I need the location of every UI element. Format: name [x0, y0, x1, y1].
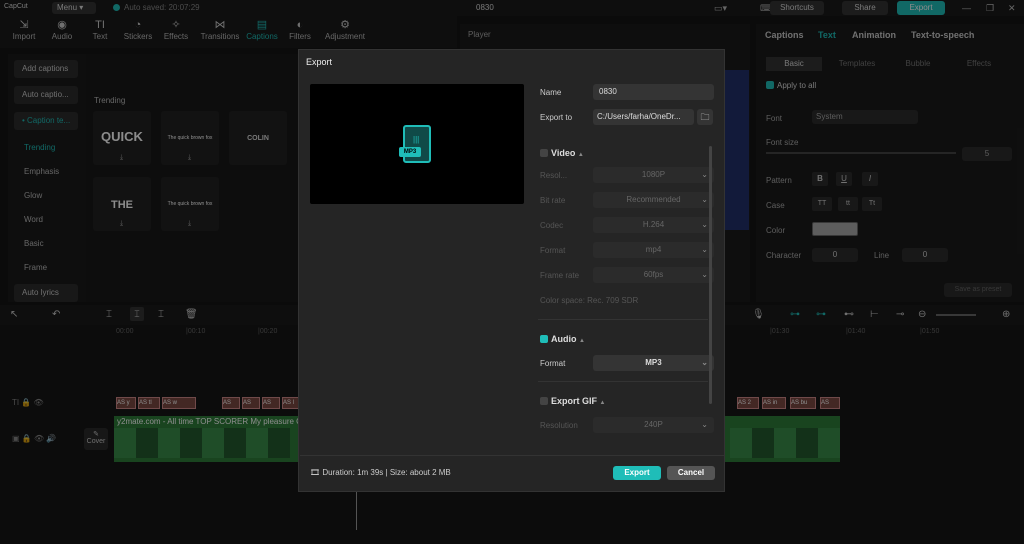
color-space-text: Color space: Rec. 709 SDR [540, 296, 639, 305]
chevron-down-icon: ⌄ [701, 170, 708, 179]
gif-checkbox[interactable] [540, 397, 548, 405]
video-section-toggle[interactable]: Video ▲ [540, 148, 584, 158]
section-divider [538, 319, 708, 320]
chevron-down-icon: ⌄ [701, 420, 708, 429]
cancel-button[interactable]: Cancel [667, 466, 715, 480]
dialog-scrollbar[interactable] [709, 146, 712, 404]
framerate-select[interactable]: 60fps ⌄ [593, 267, 714, 283]
gif-resolution-value: 240P [644, 420, 663, 429]
codec-label: Codec [540, 221, 564, 230]
gif-resolution-label: Resolution [540, 421, 578, 430]
section-divider [538, 381, 708, 382]
name-input[interactable]: 0830 [593, 84, 714, 100]
chevron-down-icon: ⌄ [701, 220, 708, 229]
audio-file-icon: ||| MP3 [399, 125, 431, 163]
waveform-icon: ||| [413, 135, 420, 144]
name-label: Name [540, 88, 562, 97]
resolution-select[interactable]: 1080P ⌄ [593, 167, 714, 183]
duration-size-text: Duration: 1m 39s | Size: about 2 MB [322, 468, 451, 477]
folder-icon[interactable]: 🗀 [697, 109, 713, 125]
audio-format-value: MP3 [645, 358, 662, 367]
file-badge: MP3 [399, 147, 421, 157]
export-button[interactable]: Export [613, 466, 661, 480]
chevron-up-icon: ▲ [579, 338, 585, 344]
codec-select[interactable]: H.264 ⌄ [593, 217, 714, 233]
audio-section-toggle[interactable]: Audio ▲ [540, 334, 585, 344]
resolution-value: 1080P [641, 170, 666, 179]
framerate-value: 60fps [643, 270, 664, 279]
export-path-input[interactable]: C:/Users/farha/OneDr... [593, 109, 694, 125]
bitrate-select[interactable]: Recommended ⌄ [593, 192, 714, 208]
dialog-title: Export [306, 57, 333, 67]
chevron-up-icon: ▲ [599, 400, 606, 406]
format-label: Format [540, 246, 566, 255]
framerate-label: Frame rate [540, 271, 580, 280]
chevron-down-icon: ⌄ [701, 358, 708, 367]
film-icon: 🎞 [310, 468, 321, 477]
video-checkbox[interactable] [540, 149, 548, 157]
export-to-label: Export to [540, 113, 573, 122]
bitrate-label: Bit rate [540, 196, 566, 205]
chevron-down-icon: ⌄ [701, 270, 708, 279]
chevron-up-icon: ▲ [577, 152, 584, 158]
chevron-down-icon: ⌄ [701, 245, 708, 254]
gif-resolution-select[interactable]: 240P ⌄ [593, 417, 714, 433]
resolution-label: Resol... [540, 171, 568, 180]
export-summary: 🎞 Duration: 1m 39s | Size: about 2 MB [310, 468, 451, 477]
audio-checkbox[interactable] [540, 335, 548, 343]
video-section-label: Video [551, 148, 576, 158]
audio-format-select[interactable]: MP3 ⌄ [593, 355, 714, 371]
gif-section-label: Export GIF [551, 396, 598, 406]
codec-value: H.264 [642, 220, 665, 229]
audio-format-label: Format [540, 359, 566, 368]
format-value: mp4 [645, 245, 662, 254]
gif-section-toggle[interactable]: Export GIF ▲ [540, 396, 605, 406]
footer-divider [300, 455, 724, 456]
chevron-down-icon: ⌄ [701, 195, 708, 204]
audio-section-label: Audio [551, 334, 577, 344]
format-select[interactable]: mp4 ⌄ [593, 242, 714, 258]
bitrate-value: Recommended [626, 195, 681, 204]
